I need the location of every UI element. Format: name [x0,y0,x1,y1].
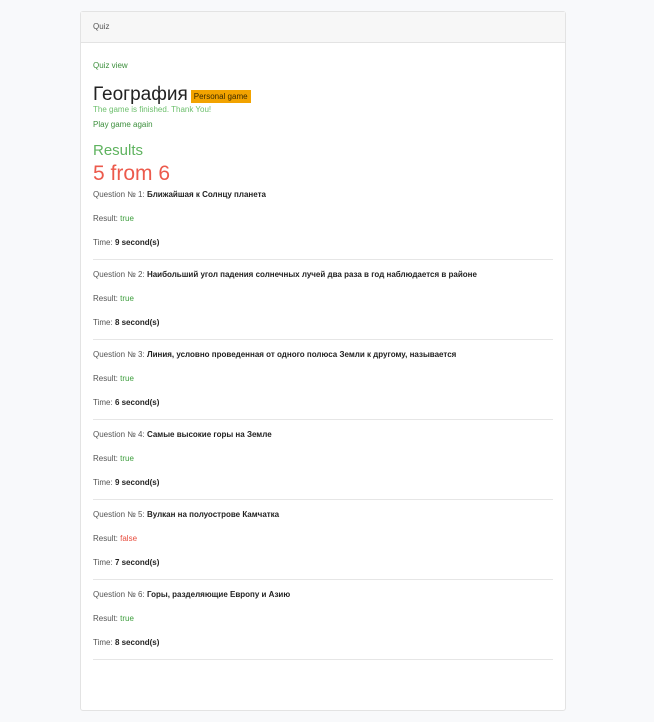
question-number: 4: [138,430,145,439]
result-value: true [120,294,134,303]
question-prefix: Question № [93,430,139,439]
time-label: Time: [93,478,115,487]
result-line: Result: false [93,534,553,544]
result-value: true [120,374,134,383]
question-line: Question № 3: Линия, условно проведенная… [93,350,553,360]
question-result-item: Question № 1: Ближайшая к Солнцу планета… [93,190,553,260]
time-line: Time: 9 second(s) [93,238,553,248]
time-line: Time: 8 second(s) [93,638,553,648]
question-prefix: Question № [93,270,139,279]
card-header: Quiz [81,12,565,43]
result-label: Result: [93,614,121,623]
question-number: 3: [138,350,145,359]
question-result-item: Question № 6: Горы, разделяющие Европу и… [93,590,553,660]
score: 5 from 6 [93,162,171,185]
result-label: Result: [93,374,121,383]
time-value: 9 second(s) [114,478,160,487]
play-again-link[interactable]: Play game again [93,120,153,129]
card-body: Quiz view География Personal game The ga… [81,43,565,660]
result-line: Result: true [93,294,553,304]
question-line: Question № 2: Наибольший угол падения со… [93,270,553,280]
time-value: 6 second(s) [114,398,160,407]
time-value: 8 second(s) [114,318,160,327]
time-line: Time: 8 second(s) [93,318,553,328]
result-value: true [120,214,134,223]
result-line: Result: true [93,374,553,384]
time-label: Time: [93,558,115,567]
time-value: 8 second(s) [114,638,160,647]
question-prefix: Question № [93,350,139,359]
time-label: Time: [93,638,115,647]
time-line: Time: 9 second(s) [93,478,553,488]
question-number: 1: [138,190,145,199]
question-number: 6: [138,590,145,599]
question-text: Вулкан на полуострове Камчатка [146,510,280,519]
title-row: География Personal game [93,82,553,104]
time-label: Time: [93,238,115,247]
question-prefix: Question № [93,510,139,519]
question-text: Линия, условно проведенная от одного пол… [146,350,457,359]
result-line: Result: true [93,454,553,464]
time-label: Time: [93,318,115,327]
question-result-item: Question № 3: Линия, условно проведенная… [93,350,553,420]
question-line: Question № 1: Ближайшая к Солнцу планета [93,190,553,200]
question-line: Question № 6: Горы, разделяющие Европу и… [93,590,553,600]
finished-message: The game is finished. Thank You! [93,105,212,114]
question-result-item: Question № 4: Самые высокие горы на Земл… [93,430,553,500]
result-label: Result: [93,454,121,463]
question-text: Горы, разделяющие Европу и Азию [146,590,291,599]
question-number: 5: [138,510,145,519]
question-prefix: Question № [93,590,139,599]
question-prefix: Question № [93,190,139,199]
question-result-item: Question № 2: Наибольший угол падения со… [93,270,553,340]
question-line: Question № 5: Вулкан на полуострове Камч… [93,510,553,520]
result-label: Result: [93,294,121,303]
result-line: Result: true [93,614,553,624]
result-line: Result: true [93,214,553,224]
question-number: 2: [138,270,145,279]
quiz-view-link[interactable]: Quiz view [93,61,128,70]
question-text: Наибольший угол падения солнечных лучей … [146,270,477,279]
questions-list: Question № 1: Ближайшая к Солнцу планета… [93,190,553,660]
quiz-card: Quiz Quiz view География Personal game T… [80,11,566,711]
result-value: true [120,614,134,623]
question-text: Самые высокие горы на Земле [146,430,272,439]
time-line: Time: 7 second(s) [93,558,553,568]
time-value: 9 second(s) [114,238,160,247]
personal-game-badge: Personal game [190,90,251,103]
result-label: Result: [93,214,121,223]
result-label: Result: [93,534,121,543]
question-line: Question № 4: Самые высокие горы на Земл… [93,430,553,440]
time-label: Time: [93,398,115,407]
card-title: Quiz [93,22,110,31]
result-value: false [120,534,138,543]
time-value: 7 second(s) [114,558,160,567]
time-line: Time: 6 second(s) [93,398,553,408]
question-text: Ближайшая к Солнцу планета [146,190,266,199]
result-value: true [120,454,134,463]
quiz-title: География [93,84,188,105]
question-result-item: Question № 5: Вулкан на полуострове Камч… [93,510,553,580]
results-heading: Results [93,142,144,159]
